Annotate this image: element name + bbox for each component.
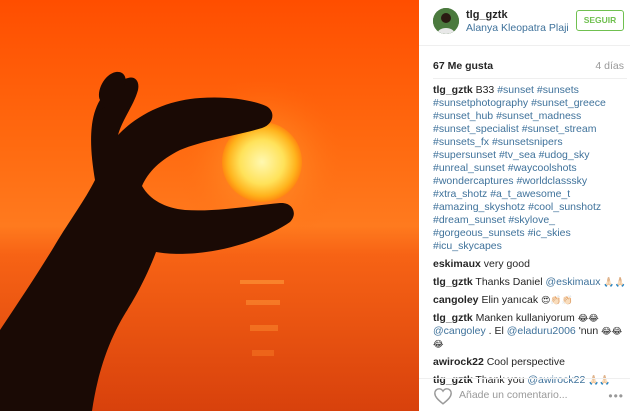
comment: awirock22 Cool perspective <box>433 356 627 369</box>
mention-link[interactable]: @cangoley <box>433 325 486 337</box>
hashtag[interactable]: #unreal_sunset <box>433 162 505 174</box>
comment-username[interactable]: awirock22 <box>433 356 484 368</box>
hashtag[interactable]: #udog_sky <box>539 149 590 161</box>
comment-list: tlg_gztk B33 #sunset #sunsets #sunsetpho… <box>433 84 627 392</box>
post-details-panel: tlg_gztk Alanya Kleopatra Plaji SEGUIR 6… <box>419 0 630 411</box>
comment-text: very good <box>483 258 530 270</box>
comment-username[interactable]: tlg_gztk <box>433 276 473 288</box>
hashtag[interactable]: #worldclasssky <box>516 175 587 187</box>
comment: eskimaux very good <box>433 258 627 271</box>
post-header: tlg_gztk Alanya Kleopatra Plaji SEGUIR <box>419 0 630 46</box>
divider <box>433 78 627 79</box>
hashtag[interactable]: #sunset_specialist <box>433 123 519 135</box>
hashtag[interactable]: #sunset <box>497 84 534 96</box>
hashtag[interactable]: #cool_sunshotz <box>528 201 601 213</box>
comment-text: Cool perspective <box>486 356 565 368</box>
post-timestamp[interactable]: 4 días <box>595 60 624 72</box>
hashtag[interactable]: #sunset_stream <box>522 123 597 135</box>
comment-input[interactable] <box>459 386 609 404</box>
comment-username[interactable]: tlg_gztk <box>433 312 473 324</box>
comment-text: 'nun <box>578 325 599 337</box>
comment-username[interactable]: cangoley <box>433 294 479 306</box>
comment-username[interactable]: eskimaux <box>433 258 481 270</box>
heart-outline-icon[interactable] <box>433 387 453 405</box>
hashtag[interactable]: #gorgeous_sunsets <box>433 227 525 239</box>
more-options-icon[interactable]: ••• <box>608 389 624 403</box>
hashtag[interactable]: #waycoolshots <box>508 162 577 174</box>
hashtag[interactable]: #skylove_ <box>508 214 555 226</box>
hashtag[interactable]: #amazing_skyshotz <box>433 201 525 213</box>
hashtag[interactable]: #tv_sea <box>499 149 536 161</box>
hashtag[interactable]: #sunsets <box>537 84 579 96</box>
hashtag[interactable]: #ic_skies <box>528 227 571 239</box>
comment-username[interactable]: tlg_gztk <box>433 84 473 96</box>
hashtag[interactable]: #sunset_hub <box>433 110 493 122</box>
comment: tlg_gztk Manken kullaniyorum 😂😂 @cangole… <box>433 312 627 351</box>
mention-link[interactable]: @eladuru2006 <box>507 325 576 337</box>
hashtag[interactable]: #xtra_shotz <box>433 188 487 200</box>
avatar[interactable] <box>433 8 459 34</box>
follow-button[interactable]: SEGUIR <box>576 10 624 31</box>
comment-text: . El <box>488 325 504 337</box>
hashtag[interactable]: #wondercaptures <box>433 175 514 187</box>
comment-text: Manken kullaniyorum <box>475 312 575 324</box>
hashtag[interactable]: #a_t_awesome_t <box>490 188 570 200</box>
hashtag[interactable]: #supersunset <box>433 149 496 161</box>
add-comment-bar: ••• <box>419 378 630 411</box>
hashtag[interactable]: #icu_skycapes <box>433 240 502 252</box>
caption-text: B33 <box>475 84 495 96</box>
emoji: 😍👏🏻👏🏻 <box>541 295 573 305</box>
like-count[interactable]: 67 Me gusta <box>433 60 493 72</box>
comment: tlg_gztk Thanks Daniel @eskimaux 🙏🏻🙏🏻 <box>433 276 627 289</box>
mention-link[interactable]: @eskimaux <box>545 276 600 288</box>
post-location[interactable]: Alanya Kleopatra Plaji <box>466 22 569 34</box>
caption: tlg_gztk B33 #sunset #sunsets #sunsetpho… <box>433 84 627 253</box>
hashtag[interactable]: #sunset_greece <box>531 97 606 109</box>
hashtag[interactable]: #dream_sunset <box>433 214 505 226</box>
comment-text: Thanks Daniel <box>475 276 543 288</box>
emoji: 😂😂 <box>577 313 599 323</box>
hashtag[interactable]: #sunsets_fx <box>433 136 489 148</box>
hashtag[interactable]: #sunsetphotography <box>433 97 528 109</box>
owner-username[interactable]: tlg_gztk <box>466 9 508 21</box>
post-photo[interactable] <box>0 0 419 411</box>
hashtag[interactable]: #sunsetsnipers <box>492 136 563 148</box>
comment-text: Elin yanıcak <box>481 294 539 306</box>
sunset-hand-image <box>0 0 419 411</box>
comment: cangoley Elin yanıcak 😍👏🏻👏🏻 <box>433 294 627 307</box>
hashtag[interactable]: #sunset_madness <box>496 110 581 122</box>
emoji: 🙏🏻🙏🏻 <box>603 277 626 287</box>
